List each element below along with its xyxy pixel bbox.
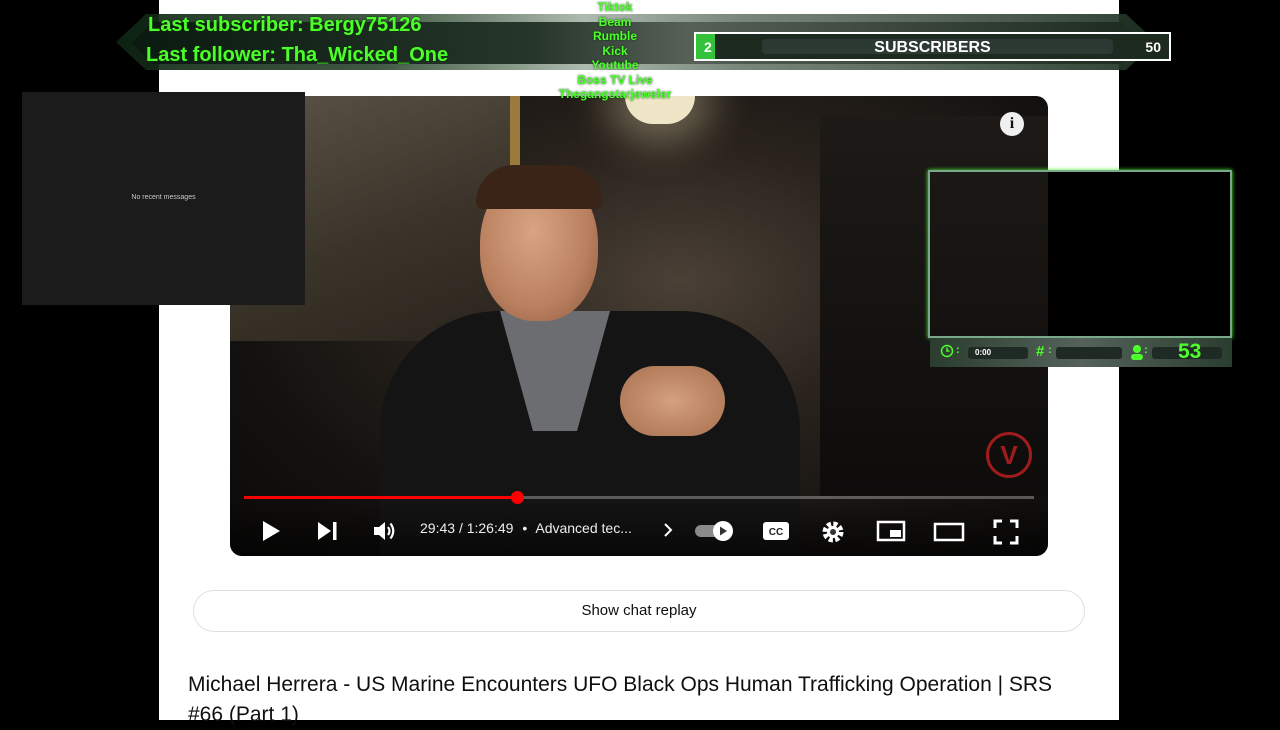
chat-empty-message: No recent messages	[131, 194, 196, 201]
hash-separator: :	[1048, 344, 1052, 356]
miniplayer-icon[interactable]	[876, 520, 906, 542]
volume-icon[interactable]	[372, 519, 398, 543]
settings-icon[interactable]	[820, 519, 846, 545]
time-separator: /	[458, 520, 463, 536]
stream-stats-bar: : 0:00 # : : 53	[930, 338, 1232, 367]
channel-watermark-icon[interactable]: V	[986, 432, 1032, 478]
hash-icon: #	[1036, 343, 1045, 360]
chapter-bullet: •	[522, 520, 528, 536]
player-controls: 29:43 / 1:26:49 • Advanced tec... CC	[230, 500, 1048, 556]
time-display: 29:43 / 1:26:49 • Advanced tec...	[420, 520, 632, 536]
stream-timer: 0:00	[975, 348, 992, 357]
viewer-count: 53	[1178, 340, 1202, 363]
platform-item: Thegangstarjeweler	[558, 87, 672, 101]
viewer-icon	[1130, 344, 1144, 365]
video-title: Michael Herrera - US Marine Encounters U…	[188, 673, 1053, 726]
platform-item: Beam	[598, 14, 632, 29]
fullscreen-icon[interactable]	[993, 519, 1019, 545]
info-icon[interactable]: i	[1000, 112, 1024, 136]
webcam-empty-area	[1048, 172, 1230, 336]
clock-icon	[940, 344, 954, 363]
chapter-title[interactable]: Advanced tec...	[535, 520, 632, 536]
person-hands	[620, 366, 725, 436]
person-hair	[476, 165, 602, 209]
video-player[interactable]: i V 29:43 / 1:26:49 • Advanced tec... CC	[230, 96, 1048, 556]
chevron-right-icon[interactable]	[663, 522, 673, 538]
captions-icon[interactable]: CC	[762, 521, 790, 541]
svg-text:CC: CC	[769, 527, 783, 538]
autoplay-toggle-icon[interactable]	[694, 520, 736, 542]
platform-item: Boss TV Live	[577, 72, 653, 87]
subscriber-goal-bar: 2 SUBSCRIBERS 50	[694, 32, 1171, 61]
last-follower-label: Last follower: Tha_Wicked_One	[146, 44, 449, 66]
platform-item: Rumble	[592, 29, 637, 43]
subscriber-goal-label: SUBSCRIBERS	[874, 39, 991, 56]
platform-item: Kick	[602, 43, 628, 58]
current-time: 29:43	[420, 520, 456, 536]
platform-list: Tiktok Beam Rumble Kick Youtube Boss TV …	[555, 0, 675, 102]
clock-separator: :	[956, 344, 960, 356]
counter-track	[1056, 347, 1122, 359]
progress-played	[244, 496, 518, 499]
platform-item: Tiktok	[597, 0, 633, 14]
stream-chat-overlay: No recent messages	[22, 92, 305, 305]
subscriber-goal-target: 50	[1145, 39, 1161, 55]
progress-bar[interactable]	[244, 491, 1034, 504]
play-icon[interactable]	[260, 519, 282, 543]
platform-item: Youtube	[591, 58, 639, 72]
duration: 1:26:49	[466, 520, 514, 536]
show-chat-replay-button[interactable]: Show chat replay	[193, 590, 1085, 632]
viewer-separator: :	[1144, 344, 1148, 356]
last-subscriber-label: Last subscriber: Bergy75126	[148, 14, 422, 36]
next-icon[interactable]	[316, 520, 340, 542]
theater-icon[interactable]	[933, 522, 965, 542]
